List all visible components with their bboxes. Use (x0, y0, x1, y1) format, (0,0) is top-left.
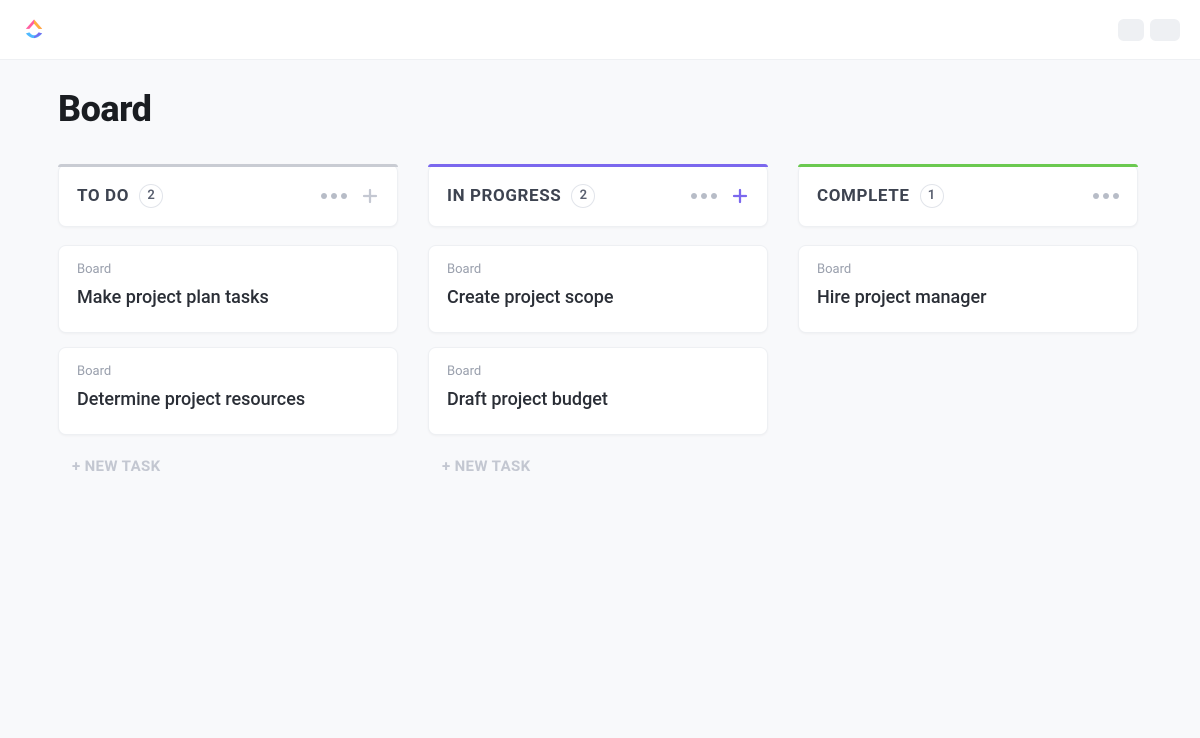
page-content: Board TO DO 2 Board Make project plan tasks… (0, 60, 1200, 507)
plus-icon: + (72, 457, 81, 475)
plus-icon: + (442, 457, 451, 475)
card-title: Draft project budget (447, 387, 749, 412)
task-card[interactable]: Board Make project plan tasks (58, 245, 398, 333)
column-header-complete[interactable]: COMPLETE 1 (798, 164, 1138, 227)
card-list: Board Hire project manager (798, 245, 1138, 333)
topbar-placeholder-a (1118, 19, 1144, 41)
card-breadcrumb: Board (77, 262, 379, 277)
card-title: Determine project resources (77, 387, 379, 412)
card-breadcrumb: Board (447, 364, 749, 379)
column-header-actions (691, 187, 749, 205)
more-options-icon[interactable] (321, 193, 347, 199)
column-title: COMPLETE (817, 186, 910, 206)
more-options-icon[interactable] (1093, 193, 1119, 199)
column-count-badge: 2 (571, 184, 595, 208)
column-header-actions (321, 187, 379, 205)
card-title: Hire project manager (817, 285, 1119, 310)
column-inprogress: IN PROGRESS2BoardCreate project scopeBoa… (428, 164, 768, 479)
column-header-actions (1093, 193, 1119, 199)
task-card[interactable]: Board Draft project budget (428, 347, 768, 435)
topbar (0, 0, 1200, 60)
new-task-button[interactable]: +NEW TASK (58, 453, 398, 479)
topbar-placeholder-b (1150, 19, 1180, 41)
add-task-icon[interactable] (731, 187, 749, 205)
card-breadcrumb: Board (447, 262, 749, 277)
topbar-right (1118, 19, 1180, 41)
column-complete: COMPLETE 1 Board Hire project manager (798, 164, 1138, 479)
column-count-badge: 1 (920, 184, 944, 208)
new-task-label: NEW TASK (455, 457, 531, 475)
clickup-logo-icon (20, 16, 48, 44)
task-card[interactable]: Board Determine project resources (58, 347, 398, 435)
new-task-label: NEW TASK (85, 457, 161, 475)
more-options-icon[interactable] (691, 193, 717, 199)
card-list: Board Make project plan tasks Board Determi… (58, 245, 398, 435)
column-header-inprogress[interactable]: IN PROGRESS 2 (428, 164, 768, 227)
page-title: Board (58, 88, 1142, 130)
board-columns: TO DO 2 Board Make project plan tasks Board D… (58, 164, 1142, 479)
task-card[interactable]: Board Create project scope (428, 245, 768, 333)
column-title: TO DO (77, 186, 129, 206)
add-task-icon[interactable] (361, 187, 379, 205)
column-count-badge: 2 (139, 184, 163, 208)
column-todo: TO DO 2 Board Make project plan tasks Board D… (58, 164, 398, 479)
card-list: Board Create project scope Board Draft proj… (428, 245, 768, 435)
task-card[interactable]: Board Hire project manager (798, 245, 1138, 333)
card-breadcrumb: Board (77, 364, 379, 379)
new-task-button[interactable]: +NEW TASK (428, 453, 768, 479)
app-logo (20, 16, 48, 44)
card-title: Make project plan tasks (77, 285, 379, 310)
card-breadcrumb: Board (817, 262, 1119, 277)
card-title: Create project scope (447, 285, 749, 310)
column-header-todo[interactable]: TO DO 2 (58, 164, 398, 227)
column-title: IN PROGRESS (447, 186, 561, 206)
